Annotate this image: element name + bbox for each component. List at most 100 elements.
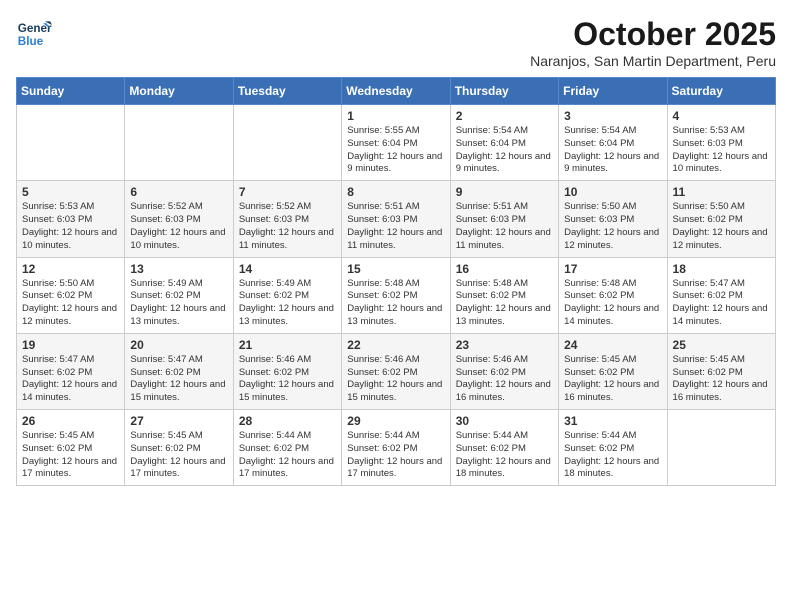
calendar-cell — [667, 410, 775, 486]
location-title: Naranjos, San Martin Department, Peru — [530, 53, 776, 69]
weekday-friday: Friday — [559, 78, 667, 105]
day-number: 19 — [22, 338, 119, 352]
day-number: 18 — [673, 262, 770, 276]
calendar-cell: 22 Sunrise: 5:46 AM Sunset: 6:02 PM Dayli… — [342, 333, 450, 409]
cell-text: Sunrise: 5:53 AM Sunset: 6:03 PM Dayligh… — [22, 201, 119, 252]
day-number: 2 — [456, 109, 553, 123]
calendar-cell — [125, 105, 233, 181]
cell-text: Sunrise: 5:50 AM Sunset: 6:03 PM Dayligh… — [564, 201, 661, 252]
calendar-cell: 9Sunrise: 5:51 AM Sunset: 6:03 PM Daylig… — [450, 181, 558, 257]
cell-text: Sunrise: 5:45 AM Sunset: 6:02 PM Dayligh… — [564, 354, 661, 405]
day-number: 11 — [673, 185, 770, 199]
day-number: 21 — [239, 338, 336, 352]
calendar-cell: 19 Sunrise: 5:47 AM Sunset: 6:02 PM Dayli… — [17, 333, 125, 409]
calendar-cell: 23Sunrise: 5:46 AM Sunset: 6:02 PM Dayli… — [450, 333, 558, 409]
weekday-wednesday: Wednesday — [342, 78, 450, 105]
svg-text:Blue: Blue — [18, 35, 44, 48]
day-number: 20 — [130, 338, 227, 352]
cell-text: Sunrise: 5:47 AM Sunset: 6:02 PM Dayligh… — [130, 354, 227, 405]
calendar-cell: 8 Sunrise: 5:51 AM Sunset: 6:03 PM Daylig… — [342, 181, 450, 257]
day-number: 7 — [239, 185, 336, 199]
cell-text: Sunrise: 5:52 AM Sunset: 6:03 PM Dayligh… — [130, 201, 227, 252]
day-number: 3 — [564, 109, 661, 123]
calendar-table: SundayMondayTuesdayWednesdayThursdayFrid… — [16, 77, 776, 486]
cell-text: Sunrise: 5:46 AM Sunset: 6:02 PM Dayligh… — [347, 354, 444, 405]
weekday-saturday: Saturday — [667, 78, 775, 105]
day-number: 10 — [564, 185, 661, 199]
month-title: October 2025 — [530, 16, 776, 53]
cell-text: Sunrise: 5:48 AM Sunset: 6:02 PM Dayligh… — [564, 278, 661, 329]
day-number: 22 — [347, 338, 444, 352]
cell-text: Sunrise: 5:54 AM Sunset: 6:04 PM Dayligh… — [564, 125, 661, 176]
weekday-sunday: Sunday — [17, 78, 125, 105]
day-number: 31 — [564, 414, 661, 428]
week-row-3: 12Sunrise: 5:50 AM Sunset: 6:02 PM Dayli… — [17, 257, 776, 333]
calendar-cell: 20 Sunrise: 5:47 AM Sunset: 6:02 PM Dayli… — [125, 333, 233, 409]
calendar-cell: 10 Sunrise: 5:50 AM Sunset: 6:03 PM Dayli… — [559, 181, 667, 257]
calendar-cell: 25Sunrise: 5:45 AM Sunset: 6:02 PM Dayli… — [667, 333, 775, 409]
cell-text: Sunrise: 5:50 AM Sunset: 6:02 PM Dayligh… — [673, 201, 770, 252]
cell-text: Sunrise: 5:46 AM Sunset: 6:02 PM Dayligh… — [239, 354, 336, 405]
cell-text: Sunrise: 5:45 AM Sunset: 6:02 PM Dayligh… — [22, 430, 119, 481]
cell-text: Sunrise: 5:47 AM Sunset: 6:02 PM Dayligh… — [22, 354, 119, 405]
day-number: 6 — [130, 185, 227, 199]
calendar-cell: 7 Sunrise: 5:52 AM Sunset: 6:03 PM Daylig… — [233, 181, 341, 257]
calendar-cell: 15Sunrise: 5:48 AM Sunset: 6:02 PM Dayli… — [342, 257, 450, 333]
calendar-cell: 16Sunrise: 5:48 AM Sunset: 6:02 PM Dayli… — [450, 257, 558, 333]
day-number: 28 — [239, 414, 336, 428]
logo: General Blue — [16, 16, 52, 52]
cell-text: Sunrise: 5:44 AM Sunset: 6:02 PM Dayligh… — [564, 430, 661, 481]
cell-text: Sunrise: 5:53 AM Sunset: 6:03 PM Dayligh… — [673, 125, 770, 176]
title-block: October 2025 Naranjos, San Martin Depart… — [530, 16, 776, 69]
calendar-cell: 14 Sunrise: 5:49 AM Sunset: 6:02 PM Dayli… — [233, 257, 341, 333]
cell-text: Sunrise: 5:52 AM Sunset: 6:03 PM Dayligh… — [239, 201, 336, 252]
calendar-cell: 11 Sunrise: 5:50 AM Sunset: 6:02 PM Dayli… — [667, 181, 775, 257]
day-number: 27 — [130, 414, 227, 428]
calendar-cell: 5 Sunrise: 5:53 AM Sunset: 6:03 PM Daylig… — [17, 181, 125, 257]
calendar-cell: 21 Sunrise: 5:46 AM Sunset: 6:02 PM Dayli… — [233, 333, 341, 409]
calendar-cell: 31 Sunrise: 5:44 AM Sunset: 6:02 PM Dayli… — [559, 410, 667, 486]
cell-text: Sunrise: 5:44 AM Sunset: 6:02 PM Dayligh… — [456, 430, 553, 481]
calendar-cell: 28Sunrise: 5:44 AM Sunset: 6:02 PM Dayli… — [233, 410, 341, 486]
day-number: 29 — [347, 414, 444, 428]
calendar-cell: 13 Sunrise: 5:49 AM Sunset: 6:02 PM Dayli… — [125, 257, 233, 333]
week-row-5: 26 Sunrise: 5:45 AM Sunset: 6:02 PM Dayli… — [17, 410, 776, 486]
cell-text: Sunrise: 5:54 AM Sunset: 6:04 PM Dayligh… — [456, 125, 553, 176]
cell-text: Sunrise: 5:49 AM Sunset: 6:02 PM Dayligh… — [239, 278, 336, 329]
logo-icon: General Blue — [16, 16, 52, 52]
weekday-tuesday: Tuesday — [233, 78, 341, 105]
day-number: 12 — [22, 262, 119, 276]
cell-text: Sunrise: 5:44 AM Sunset: 6:02 PM Dayligh… — [347, 430, 444, 481]
day-number: 14 — [239, 262, 336, 276]
calendar-cell: 12Sunrise: 5:50 AM Sunset: 6:02 PM Dayli… — [17, 257, 125, 333]
calendar-cell — [17, 105, 125, 181]
day-number: 8 — [347, 185, 444, 199]
week-row-1: 1Sunrise: 5:55 AM Sunset: 6:04 PM Daylig… — [17, 105, 776, 181]
cell-text: Sunrise: 5:49 AM Sunset: 6:02 PM Dayligh… — [130, 278, 227, 329]
page-header: General Blue October 2025 Naranjos, San … — [16, 16, 776, 69]
day-number: 9 — [456, 185, 553, 199]
day-number: 16 — [456, 262, 553, 276]
day-number: 24 — [564, 338, 661, 352]
cell-text: Sunrise: 5:45 AM Sunset: 6:02 PM Dayligh… — [673, 354, 770, 405]
calendar-cell: 30 Sunrise: 5:44 AM Sunset: 6:02 PM Dayli… — [450, 410, 558, 486]
calendar-cell: 24 Sunrise: 5:45 AM Sunset: 6:02 PM Dayli… — [559, 333, 667, 409]
calendar-cell: 2 Sunrise: 5:54 AM Sunset: 6:04 PM Daylig… — [450, 105, 558, 181]
calendar-body: 1Sunrise: 5:55 AM Sunset: 6:04 PM Daylig… — [17, 105, 776, 486]
cell-text: Sunrise: 5:48 AM Sunset: 6:02 PM Dayligh… — [347, 278, 444, 329]
day-number: 4 — [673, 109, 770, 123]
day-number: 5 — [22, 185, 119, 199]
cell-text: Sunrise: 5:47 AM Sunset: 6:02 PM Dayligh… — [673, 278, 770, 329]
calendar-cell: 4 Sunrise: 5:53 AM Sunset: 6:03 PM Daylig… — [667, 105, 775, 181]
calendar-cell: 29 Sunrise: 5:44 AM Sunset: 6:02 PM Dayli… — [342, 410, 450, 486]
day-number: 30 — [456, 414, 553, 428]
cell-text: Sunrise: 5:45 AM Sunset: 6:02 PM Dayligh… — [130, 430, 227, 481]
day-number: 13 — [130, 262, 227, 276]
week-row-2: 5 Sunrise: 5:53 AM Sunset: 6:03 PM Daylig… — [17, 181, 776, 257]
cell-text: Sunrise: 5:55 AM Sunset: 6:04 PM Dayligh… — [347, 125, 444, 176]
weekday-header-row: SundayMondayTuesdayWednesdayThursdayFrid… — [17, 78, 776, 105]
calendar-cell: 1Sunrise: 5:55 AM Sunset: 6:04 PM Daylig… — [342, 105, 450, 181]
cell-text: Sunrise: 5:51 AM Sunset: 6:03 PM Dayligh… — [347, 201, 444, 252]
calendar-cell: 27 Sunrise: 5:45 AM Sunset: 6:02 PM Dayli… — [125, 410, 233, 486]
day-number: 26 — [22, 414, 119, 428]
